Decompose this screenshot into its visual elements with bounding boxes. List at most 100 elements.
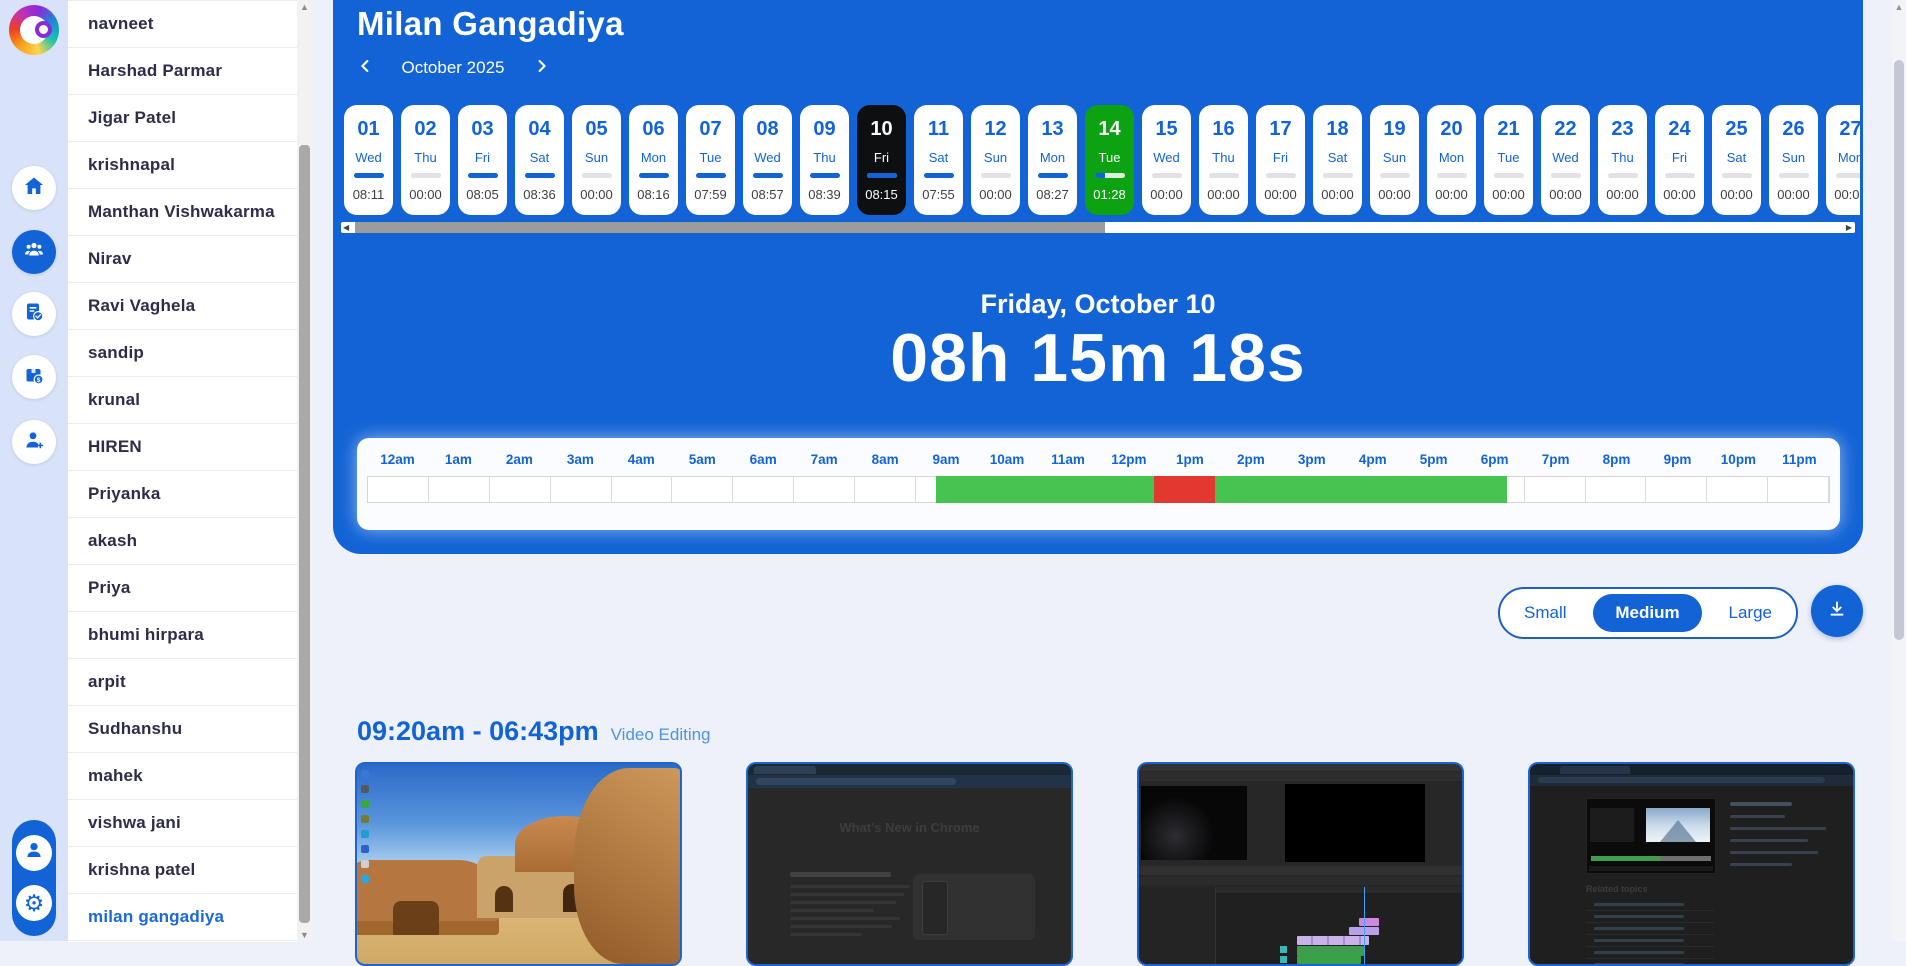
employee-list-item[interactable]: Jigar Patel — [68, 95, 297, 142]
day-card-24[interactable]: 24Fri00:00 — [1655, 105, 1704, 215]
timeline-cell — [429, 477, 490, 502]
employee-list-item[interactable]: krunal — [68, 377, 297, 424]
employee-list-item[interactable]: Harshad Parmar — [68, 48, 297, 95]
day-card-03[interactable]: 03Fri08:05 — [458, 105, 507, 215]
day-progress-bar — [582, 173, 612, 178]
strip-scroll-right-icon[interactable]: ▶ — [1846, 222, 1852, 233]
strip-scroll-left-icon[interactable]: ◀ — [343, 222, 349, 233]
timeline-cell — [855, 477, 916, 502]
day-total-time: 08:11 — [353, 187, 385, 202]
day-card-17[interactable]: 17Fri00:00 — [1256, 105, 1305, 215]
screenshot-thumb-desktop[interactable] — [355, 762, 682, 966]
scroll-up-icon[interactable]: ▲ — [297, 2, 312, 12]
day-of-week: Wed — [1552, 150, 1579, 165]
day-total-time: 01:28 — [1093, 187, 1126, 202]
nav-home-button[interactable] — [12, 166, 56, 210]
day-card-04[interactable]: 04Sat08:36 — [515, 105, 564, 215]
page-scroll-up-icon[interactable]: ▲ — [1892, 2, 1906, 12]
next-month-button[interactable] — [528, 56, 554, 80]
nav-team-button[interactable] — [12, 230, 56, 274]
employee-list-item[interactable]: Ravi Vaghela — [68, 283, 297, 330]
page-scrollbar-thumb[interactable] — [1894, 60, 1904, 640]
day-card-07[interactable]: 07Tue07:59 — [686, 105, 735, 215]
day-card-20[interactable]: 20Mon00:00 — [1427, 105, 1476, 215]
timeline-hour-label: 1am — [428, 452, 489, 467]
day-card-26[interactable]: 26Sun00:00 — [1769, 105, 1818, 215]
day-card-23[interactable]: 23Thu00:00 — [1598, 105, 1647, 215]
nav-reports-button[interactable] — [12, 292, 56, 336]
day-card-13[interactable]: 13Mon08:27 — [1028, 105, 1077, 215]
nav-payments-button[interactable]: $ — [12, 355, 56, 399]
employee-list-item[interactable]: Sudhanshu — [68, 706, 297, 753]
tool-bar — [1139, 877, 1462, 885]
day-card-11[interactable]: 11Sat07:55 — [914, 105, 963, 215]
day-card-21[interactable]: 21Tue00:00 — [1484, 105, 1533, 215]
day-card-18[interactable]: 18Sat00:00 — [1313, 105, 1362, 215]
size-option-small[interactable]: Small — [1512, 603, 1579, 623]
employee-scrollbar-thumb[interactable] — [299, 145, 310, 923]
timeline-hour-label: 7am — [794, 452, 855, 467]
profile-button[interactable] — [16, 835, 52, 871]
month-navigation: October 2025 — [352, 56, 554, 80]
track-toggle-teal-2 — [1280, 956, 1287, 963]
day-card-05[interactable]: 05Sun00:00 — [572, 105, 621, 215]
day-progress-fill — [810, 173, 840, 178]
app-logo[interactable] — [9, 5, 59, 55]
screenshot-thumb-tutorial[interactable]: Related topics — [1528, 762, 1855, 966]
size-option-medium[interactable]: Medium — [1593, 594, 1701, 632]
day-card-19[interactable]: 19Sun00:00 — [1370, 105, 1419, 215]
size-option-large[interactable]: Large — [1717, 603, 1784, 623]
employee-list-item[interactable]: krishna patel — [68, 847, 297, 894]
employee-list-item[interactable]: navneet — [68, 1, 297, 48]
employee-list-item[interactable]: bhumi hirpara — [68, 612, 297, 659]
employee-list-item[interactable]: mahek — [68, 753, 297, 800]
page-text-lines — [790, 872, 910, 941]
day-card-22[interactable]: 22Wed00:00 — [1541, 105, 1590, 215]
timeline-hour-label: 7pm — [1525, 452, 1586, 467]
employee-list-item[interactable]: krishnapal — [68, 142, 297, 189]
screenshot-thumb-premiere[interactable] — [1137, 762, 1464, 966]
day-of-week: Fri — [1273, 150, 1288, 165]
employee-list-item[interactable]: milan gangadiya — [68, 894, 297, 941]
nav-add-user-button[interactable] — [12, 420, 56, 464]
day-card-27[interactable]: 27Mon00:00 — [1826, 105, 1860, 215]
scroll-down-icon[interactable]: ▼ — [297, 930, 312, 940]
employee-name: Sudhanshu — [88, 719, 182, 739]
settings-button[interactable]: ⚙ — [16, 885, 52, 921]
day-card-15[interactable]: 15Wed00:00 — [1142, 105, 1191, 215]
day-card-02[interactable]: 02Thu00:00 — [401, 105, 450, 215]
day-card-10[interactable]: 10Fri08:15 — [857, 105, 906, 215]
employee-list-item[interactable]: sandip — [68, 330, 297, 377]
employee-list-item[interactable]: Priyanka — [68, 471, 297, 518]
employee-name: krishnapal — [88, 155, 175, 175]
day-total-time: 00:00 — [1549, 187, 1582, 202]
day-card-09[interactable]: 09Thu08:39 — [800, 105, 849, 215]
day-total-time: 00:00 — [1264, 187, 1297, 202]
employee-list-item[interactable]: Priya — [68, 565, 297, 612]
chevron-left-icon — [358, 57, 373, 80]
employee-list-item[interactable]: arpit — [68, 659, 297, 706]
day-number: 21 — [1497, 118, 1519, 141]
strip-scrollbar-thumb[interactable] — [355, 222, 1105, 233]
day-card-25[interactable]: 25Sat00:00 — [1712, 105, 1761, 215]
prev-month-button[interactable] — [352, 56, 378, 80]
day-progress-fill — [525, 173, 555, 178]
employee-list-item[interactable]: Manthan Vishwakarma — [68, 189, 297, 236]
employee-list-item[interactable]: vishwa jani — [68, 800, 297, 847]
day-progress-fill — [354, 173, 384, 178]
day-card-01[interactable]: 01Wed08:11 — [344, 105, 393, 215]
download-button[interactable] — [1811, 585, 1863, 637]
timeline-hour-label: 3am — [550, 452, 611, 467]
employee-list-item[interactable]: HIREN — [68, 424, 297, 471]
day-card-06[interactable]: 06Mon08:16 — [629, 105, 678, 215]
clip-pink — [1359, 918, 1379, 926]
employee-list-item[interactable]: Nirav — [68, 236, 297, 283]
day-card-16[interactable]: 16Thu00:00 — [1199, 105, 1248, 215]
day-card-14[interactable]: 14Tue01:28 — [1085, 105, 1134, 215]
screenshot-thumb-chrome[interactable]: What's New in Chrome — [746, 762, 1073, 966]
day-number: 10 — [870, 118, 892, 141]
chrome-page-title: What's New in Chrome — [748, 820, 1071, 835]
employee-list-item[interactable]: akash — [68, 518, 297, 565]
day-card-08[interactable]: 08Wed08:57 — [743, 105, 792, 215]
day-card-12[interactable]: 12Sun00:00 — [971, 105, 1020, 215]
